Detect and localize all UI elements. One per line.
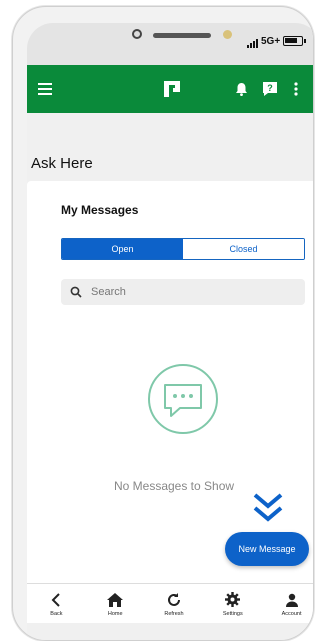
chat-bubble-icon [147, 363, 219, 440]
nav-item-home[interactable]: Home [86, 584, 145, 623]
signal-icon [247, 39, 258, 48]
hamburger-icon[interactable] [33, 65, 57, 113]
nav-label: Account [281, 610, 302, 617]
app-bar: ? [27, 65, 313, 113]
sensor-icon [223, 30, 232, 39]
nav-label: Refresh [164, 610, 184, 617]
status-bar: 5G+ [27, 23, 313, 65]
search-placeholder: Search [91, 286, 126, 298]
network-label: 5G+ [261, 36, 281, 47]
bell-icon[interactable] [231, 65, 251, 113]
nav-label: Back [50, 610, 63, 617]
nav-label: Settings [222, 610, 243, 617]
app-logo-icon [160, 65, 184, 113]
page-title: Ask Here [31, 155, 93, 172]
camera-icon [132, 29, 142, 39]
scroll-down-icon[interactable] [253, 493, 283, 530]
nav-label: Home [107, 610, 123, 617]
home-icon [107, 591, 124, 609]
nav-item-account[interactable]: Account [262, 584, 313, 623]
settings-icon [225, 591, 241, 609]
nav-item-back[interactable]: Back [27, 584, 86, 623]
tab-open[interactable]: Open [62, 239, 183, 259]
more-vertical-icon[interactable] [289, 65, 303, 113]
search-icon [61, 286, 91, 298]
refresh-icon [167, 591, 181, 609]
svg-text:?: ? [267, 83, 273, 93]
battery-icon [283, 36, 306, 46]
nav-item-refresh[interactable]: Refresh [145, 584, 204, 623]
nav-item-settings[interactable]: Settings [203, 584, 262, 623]
account-icon [285, 591, 299, 609]
status-tabs: Open Closed [61, 238, 305, 260]
messages-title: My Messages [61, 203, 139, 217]
search-input[interactable]: Search [61, 279, 305, 305]
speaker-grille [153, 33, 211, 38]
screen: 5G+ ? Ask Here My Messages Open Closed S… [27, 23, 313, 640]
new-message-button[interactable]: New Message [225, 532, 309, 566]
phone-frame: 5G+ ? Ask Here My Messages Open Closed S… [12, 6, 314, 641]
empty-state-text: No Messages to Show [113, 479, 235, 493]
help-icon[interactable]: ? [259, 65, 281, 113]
bottom-nav: Back Home Refresh Settings Account [27, 583, 313, 623]
back-icon [51, 591, 61, 609]
tab-closed[interactable]: Closed [183, 239, 304, 259]
